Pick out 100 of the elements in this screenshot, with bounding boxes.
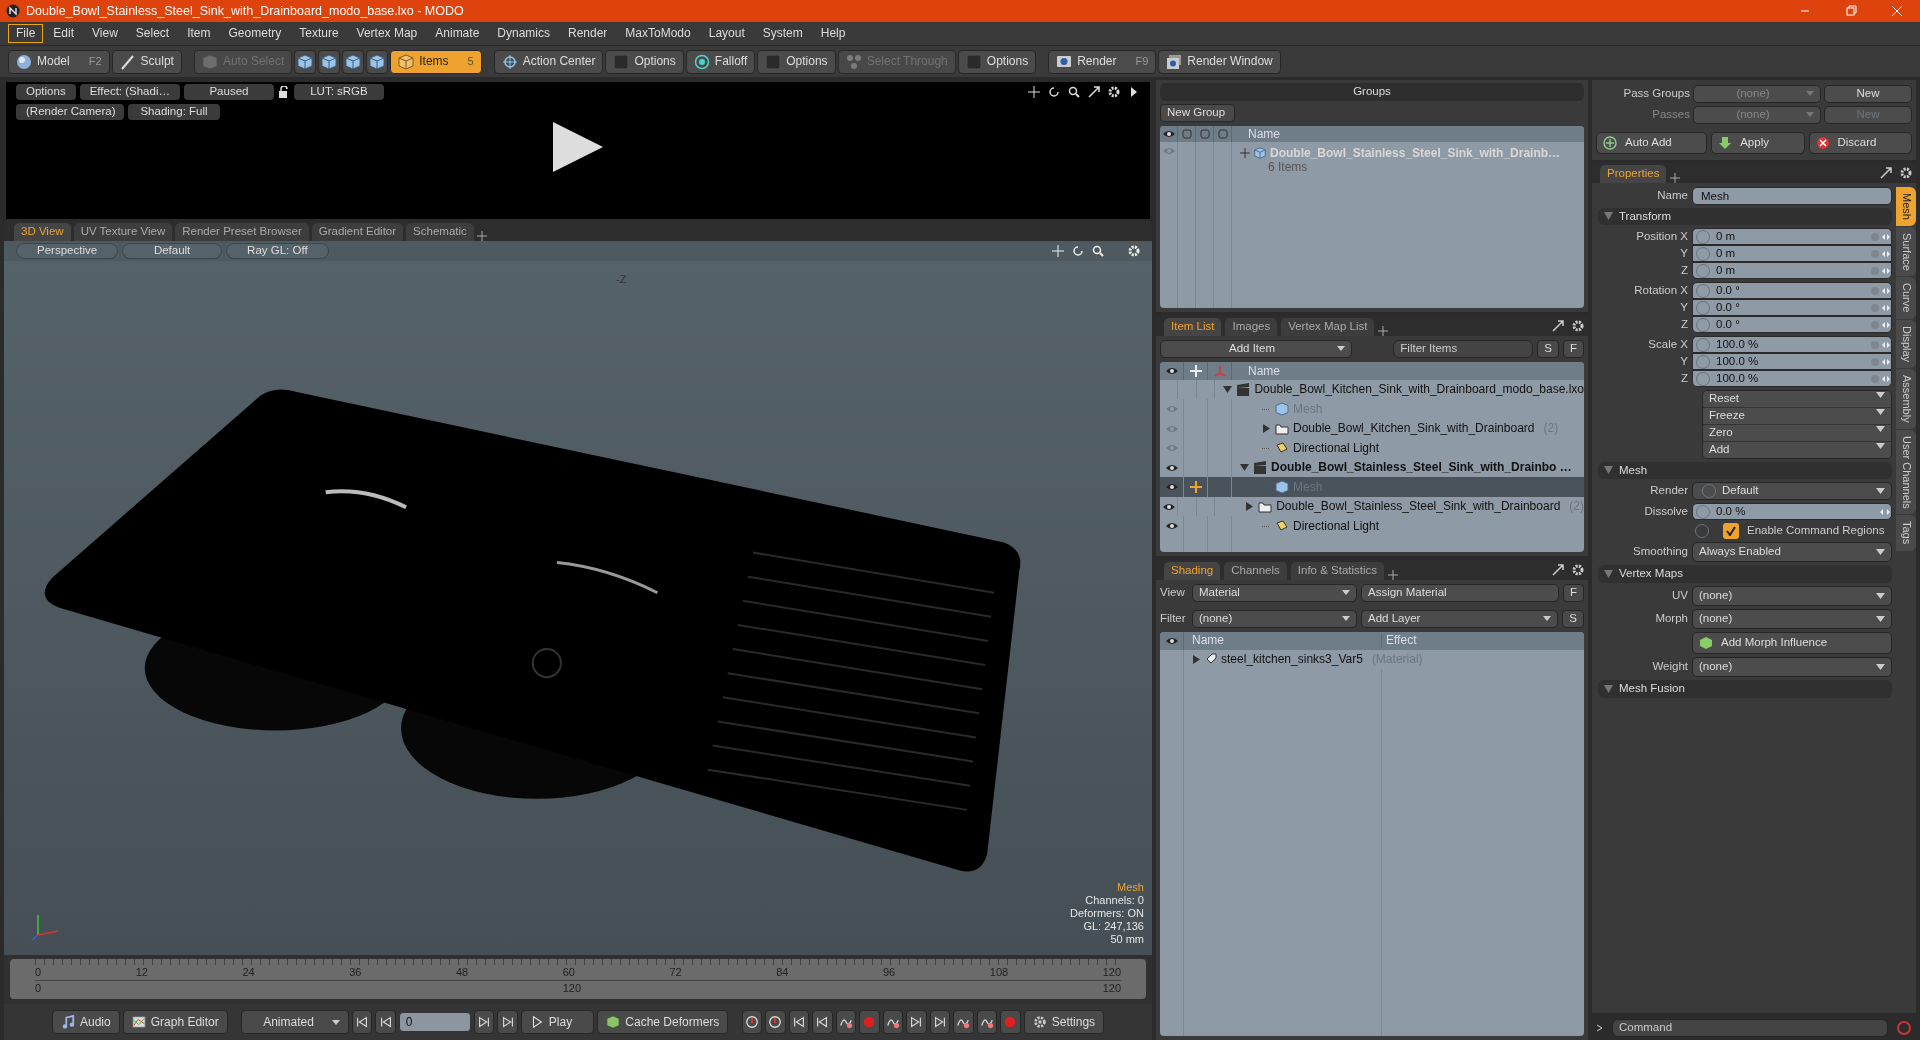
panel-tab[interactable]: Info & Statistics: [1290, 562, 1385, 580]
s-button[interactable]: S: [1537, 340, 1559, 358]
refresh-icon[interactable]: [1072, 244, 1084, 257]
preview-button[interactable]: Effect: (Shadi…: [79, 84, 180, 100]
checkbox[interactable]: [1723, 523, 1739, 540]
viewport-tab[interactable]: Gradient Editor: [311, 223, 404, 241]
menu-item[interactable]: Texture: [291, 24, 347, 43]
collapse-arrow-icon[interactable]: [1223, 385, 1233, 395]
toolbar-button[interactable]: [741, 1010, 763, 1035]
toolbar-button[interactable]: [497, 1010, 518, 1035]
panel-tab[interactable]: Properties: [1600, 164, 1667, 183]
pass-action-button[interactable]: Auto Add: [1596, 131, 1708, 154]
toolbar-button[interactable]: Items 5: [390, 49, 482, 74]
side-tab[interactable]: User Channels: [1896, 429, 1916, 515]
collapse-arrow-icon[interactable]: [1604, 685, 1613, 694]
dropdown-button[interactable]: Add Layer: [1361, 609, 1559, 628]
menu-item[interactable]: Layout: [700, 24, 753, 43]
collapse-arrow-icon[interactable]: [1604, 466, 1613, 475]
toolbar-button[interactable]: [318, 49, 341, 74]
toolbar-button[interactable]: Action Center: [493, 49, 604, 74]
menu-item[interactable]: File: [8, 24, 44, 43]
menu-item[interactable]: System: [754, 24, 811, 43]
side-tab[interactable]: Tags: [1896, 515, 1916, 551]
menu-dropdown[interactable]: Freeze: [1703, 408, 1891, 425]
drag-arrows-icon[interactable]: [1871, 248, 1891, 259]
panel-tab[interactable]: Vertex Map List: [1281, 318, 1375, 336]
viewport-button[interactable]: Perspective: [16, 243, 119, 259]
letter-button[interactable]: F: [1562, 584, 1584, 602]
toolbar-button[interactable]: [375, 1010, 396, 1035]
drag-arrows-icon[interactable]: [1879, 506, 1891, 517]
frame-field[interactable]: 0: [398, 1012, 471, 1033]
toolbar-button[interactable]: Render Window: [1158, 49, 1281, 74]
new-button[interactable]: New: [1824, 85, 1912, 103]
value-field[interactable]: 0.0 °: [1692, 299, 1892, 317]
dropdown[interactable]: (none): [1692, 609, 1892, 630]
dropdown[interactable]: Default: [1692, 482, 1892, 501]
stop-icon[interactable]: [1896, 1020, 1912, 1036]
value-field[interactable]: 100.0 %: [1692, 353, 1892, 371]
viewport-button[interactable]: Default: [122, 243, 223, 259]
pivot-column-icon[interactable]: [1189, 364, 1202, 377]
side-tab[interactable]: Assembly: [1896, 368, 1916, 429]
toolbar-button[interactable]: [812, 1010, 833, 1035]
toolbar-button[interactable]: Options: [757, 49, 836, 74]
eye-icon[interactable]: [1161, 501, 1176, 512]
add-tab-icon[interactable]: [1670, 172, 1681, 183]
preview-button[interactable]: Shading: Full: [128, 103, 220, 120]
section-header[interactable]: Mesh Fusion: [1598, 680, 1892, 698]
value-field[interactable]: 100.0 %: [1692, 336, 1892, 354]
menu-item[interactable]: Geometry: [220, 24, 290, 43]
dropdown[interactable]: Material: [1192, 584, 1357, 602]
toolbar-button[interactable]: [366, 49, 389, 74]
value-field[interactable]: 0 m: [1692, 262, 1892, 280]
settings-icon[interactable]: [1108, 85, 1120, 98]
side-tab[interactable]: Mesh: [1896, 186, 1916, 226]
toolbar-button[interactable]: Model F2: [8, 49, 110, 74]
drag-arrows-icon[interactable]: [1871, 231, 1891, 242]
toolbar-button[interactable]: Options: [605, 49, 684, 74]
toolbar-button[interactable]: Falloff: [685, 49, 756, 74]
filter-field[interactable]: Filter Items: [1393, 340, 1534, 358]
drag-arrows-icon[interactable]: [1871, 373, 1891, 384]
eye-icon[interactable]: [1164, 635, 1179, 646]
play-icon[interactable]: [551, 119, 605, 174]
add-tab-icon[interactable]: [1388, 570, 1399, 580]
menu-item[interactable]: Dynamics: [489, 24, 558, 43]
value-field[interactable]: 0 m: [1692, 245, 1892, 263]
item-row[interactable]: Directional Light: [1160, 516, 1584, 536]
viewport-button[interactable]: Ray GL: Off: [226, 243, 329, 259]
drag-arrows-icon[interactable]: [1871, 319, 1891, 330]
menu-item[interactable]: View: [84, 24, 126, 43]
pass-action-button[interactable]: Apply: [1711, 131, 1805, 154]
f-button[interactable]: F: [1562, 340, 1584, 358]
pivot-icon[interactable]: [1189, 481, 1202, 494]
move-icon[interactable]: [1052, 244, 1064, 257]
toolbar-button[interactable]: Sculpt: [111, 49, 182, 74]
value-field[interactable]: 0.0 %: [1692, 503, 1892, 521]
toolbar-button[interactable]: [788, 1010, 810, 1035]
toolbar-button[interactable]: [929, 1010, 951, 1035]
drag-arrows-icon[interactable]: [1871, 339, 1891, 350]
eye-icon[interactable]: [1164, 365, 1179, 376]
preview-button[interactable]: Paused: [183, 84, 274, 100]
toolbar-button[interactable]: [906, 1010, 927, 1035]
collapse-arrow-icon[interactable]: [1604, 212, 1613, 221]
search-icon[interactable]: [1068, 85, 1080, 98]
expand-arrow-icon[interactable]: [1262, 424, 1271, 434]
settings-icon[interactable]: [1572, 320, 1584, 332]
menu-item[interactable]: Edit: [45, 24, 83, 43]
toolbar-button[interactable]: Play: [520, 1010, 595, 1035]
viewport-tab[interactable]: Render Preset Browser: [175, 223, 309, 241]
toolbar-button[interactable]: [342, 49, 365, 74]
toolbar-button[interactable]: [976, 1010, 998, 1035]
menu-item[interactable]: Animate: [427, 24, 488, 43]
toolbar-button[interactable]: Settings: [1023, 1010, 1105, 1035]
name-field[interactable]: Mesh: [1692, 186, 1892, 205]
collapse-arrow-icon[interactable]: [1604, 570, 1613, 579]
toolbar-button[interactable]: Render F9: [1048, 49, 1157, 74]
menu-item[interactable]: Render: [560, 24, 616, 43]
value-field[interactable]: 0 m: [1692, 228, 1892, 246]
panel-tab[interactable]: Channels: [1224, 562, 1287, 580]
menu-item[interactable]: Item: [179, 24, 219, 43]
add-item-dropdown[interactable]: Add Item: [1160, 340, 1352, 358]
